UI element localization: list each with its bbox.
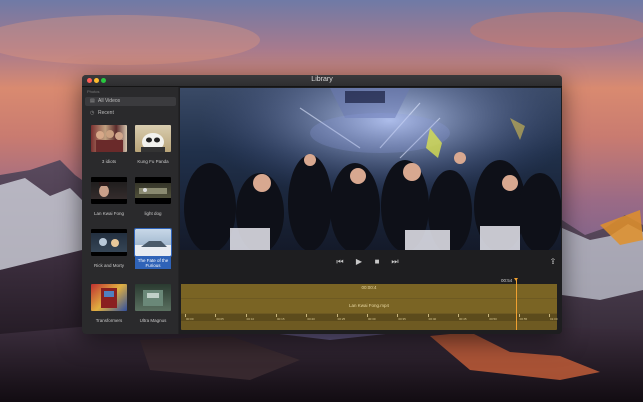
ruler-tick-label: 00:40 [428,317,437,321]
thumbnail-kung-fu-panda[interactable]: Kung Fu Panda [133,125,173,164]
thumbnail-caption: light dog [144,211,162,216]
thumbnail-ultra-magnus[interactable]: Ultra Magnus [133,284,173,323]
play-button[interactable]: ▶ [354,257,364,267]
thumbnail-caption: Transformers [95,318,123,323]
stop-icon: ■ [374,257,380,266]
thumbnail-3-idiots[interactable]: 3 idiots [89,125,129,164]
sidebar-header: Photos [87,89,100,94]
thumbnail-image [134,228,172,257]
skip-back-button[interactable]: ⏮ [335,257,345,267]
ruler-tick-label: 00:50 [489,317,497,321]
thumbnail-transformers[interactable]: Transformers [89,284,129,323]
thumbnail-caption: Kung Fu Panda [137,159,169,164]
thumbnail-image [135,125,171,152]
ruler-tick-label: 00:55 [519,317,528,321]
timeline-ruler[interactable]: 00:00 00:05 00:10 00:15 00:20 00:25 00:30 00:35… [181,314,558,321]
track-label: 00:00:4 [361,285,377,290]
thumbnail-image [91,229,127,256]
track-label: Lan Kwai Fong.mp4 [348,303,390,308]
thumbnail-caption: Ultra Magnus [139,318,167,323]
ruler-tick-label: 00:10 [246,317,255,321]
thumbnail-rick-and-morty[interactable]: Rick and Morty [89,229,129,268]
current-time: 00:54 [501,278,513,283]
ruler-tick-label: 00:45 [459,317,467,321]
share-icon: ⇪ [549,257,557,266]
sidebar-item-recent[interactable]: ◷ Recent [85,109,176,118]
sidebar-item-all-videos[interactable]: ▤ All Videos [85,97,176,106]
thumbnail-image [135,177,171,204]
ruler-tick-label: 00:00 [186,317,194,321]
sidebar-item-label: All Videos [98,98,121,104]
thumbnail-caption: 3 idiots [101,159,117,164]
share-button[interactable]: ⇪ [548,257,558,267]
play-icon: ▶ [355,257,363,266]
ruler-tick-label: 00:35 [398,317,406,321]
thumbnail-the-fate-of-the-furious[interactable]: The Fate of the Furious [133,228,173,269]
skip-forward-icon: ⏭ [391,257,399,266]
ruler-tick-label: 00:05 [216,317,224,321]
stop-button[interactable]: ■ [372,257,382,267]
thumbnail-image [91,284,127,311]
thumbnail-image [135,284,171,311]
playhead[interactable] [514,278,518,330]
ruler-tick-label: 01:00 [550,317,558,321]
skip-back-icon: ⏮ [336,257,344,266]
player-panel: ⏮ ▶ ■ ⏭ ⇪ 00:54 00:00:4 Lan Kwai Fong.mp… [179,87,562,334]
ruler-tick-label: 00:30 [368,317,376,321]
party-scene-image [180,88,561,250]
thumbnail-lan-kwai-fong[interactable]: Lan Kwai Fong [89,177,129,216]
playback-controls: ⏮ ▶ ■ ⏭ ⇪ [179,257,562,271]
ruler-tick-label: 00:25 [337,317,346,321]
thumbnail-caption: Rick and Morty [93,263,124,268]
library-window: Library Photos ▤ All Videos ◷ Recent 3 idi… [82,75,562,334]
timeline-track-bottom[interactable]: Lan Kwai Fong.mp4 [181,299,557,313]
thumbnail-image [91,125,127,152]
thumbnail-light-dog[interactable]: light dog [133,177,173,216]
film-icon: ▤ [90,98,95,104]
sidebar-item-label: Recent [98,110,114,116]
thumbnail-image [91,177,127,204]
window-title: Library [311,76,333,83]
clock-icon: ◷ [90,110,95,116]
sidebar: Photos ▤ All Videos ◷ Recent 3 idiots Kung… [82,87,178,334]
timeline[interactable]: 00:00:4 Lan Kwai Fong.mp4 00:00 00:05 00:1… [181,278,558,330]
thumbnail-caption: Lan Kwai Fong [93,211,125,216]
video-frame[interactable] [180,88,561,250]
timeline-track-top[interactable]: 00:00:4 [181,284,557,298]
ruler-tick-label: 00:20 [307,317,315,321]
skip-forward-button[interactable]: ⏭ [390,257,400,267]
ruler-tick-label: 00:15 [277,317,285,321]
thumbnail-caption: The Fate of the Furious [135,257,171,269]
titlebar: Library [82,75,562,87]
